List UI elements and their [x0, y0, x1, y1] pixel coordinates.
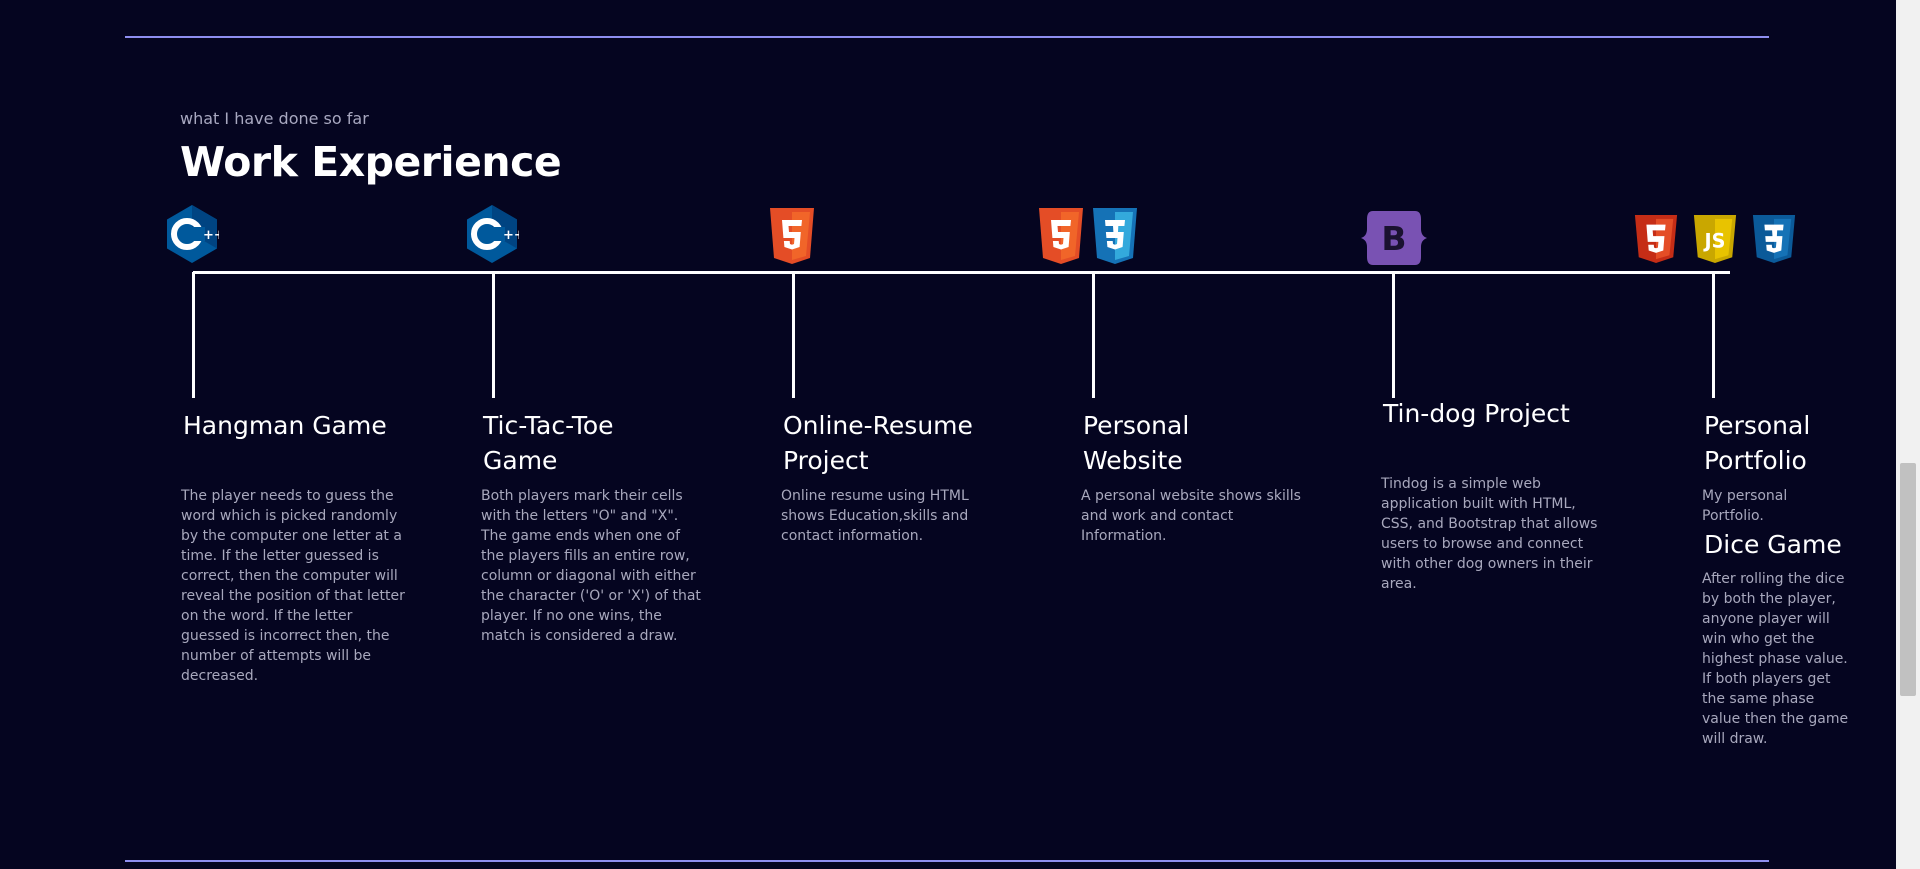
css3-icon [1093, 208, 1137, 264]
item-title: Tin-dog Project [1383, 399, 1570, 428]
item-icons: ++ [465, 204, 519, 264]
cpp-icon: ++ [467, 205, 519, 263]
html5-icon [770, 208, 814, 264]
svg-text:++: ++ [203, 228, 219, 243]
item-extra-description: After rolling the dice by both the playe… [1702, 571, 1849, 747]
section-subtitle: what I have done so far [180, 109, 369, 128]
bootstrap-icon: B [1361, 211, 1427, 265]
top-divider [125, 36, 1769, 38]
cpp-icon: ++ [167, 205, 219, 263]
section-title: Work Experience [180, 138, 562, 186]
html5-icon [1634, 215, 1678, 263]
scrollbar[interactable] [1896, 0, 1920, 869]
javascript-icon: JS [1693, 215, 1737, 263]
timeline-stem [1712, 272, 1715, 398]
timeline-stem [792, 272, 795, 398]
svg-text:JS: JS [1703, 230, 1726, 253]
svg-text:++: ++ [503, 228, 519, 243]
item-description: The player needs to guess the word which… [181, 488, 405, 684]
svg-text:B: B [1381, 219, 1406, 258]
item-icons [1037, 202, 1139, 268]
timeline-stem [492, 272, 495, 398]
timeline-stem [192, 272, 195, 398]
html5-icon [1039, 208, 1083, 264]
item-description: Online resume using HTML shows Education… [781, 488, 969, 544]
item-icons: JS [1633, 213, 1797, 265]
css3-icon [1752, 215, 1796, 263]
item-extra-title: Dice Game [1704, 530, 1842, 559]
bottom-divider [125, 860, 1769, 862]
item-title: Tic-Tac-Toe Game [483, 411, 614, 475]
scrollbar-thumb[interactable] [1900, 463, 1916, 696]
timeline-axis [193, 271, 1730, 274]
item-title: Personal Portfolio [1704, 411, 1811, 475]
timeline-stem [1092, 272, 1095, 398]
item-title: Hangman Game [183, 411, 387, 440]
item-description: A personal website shows skills and work… [1081, 488, 1301, 544]
item-icons: ++ [165, 204, 219, 264]
item-description: My personal Portfolio. [1702, 488, 1788, 524]
item-icons [768, 202, 816, 268]
item-title: Personal Website [1083, 411, 1190, 475]
timeline-stem [1392, 272, 1395, 398]
item-title: Online-Resume Project [783, 411, 973, 475]
item-description: Both players mark their cells with the l… [481, 488, 701, 644]
item-icons: B [1359, 209, 1429, 267]
item-description: Tindog is a simple web application built… [1381, 476, 1598, 592]
